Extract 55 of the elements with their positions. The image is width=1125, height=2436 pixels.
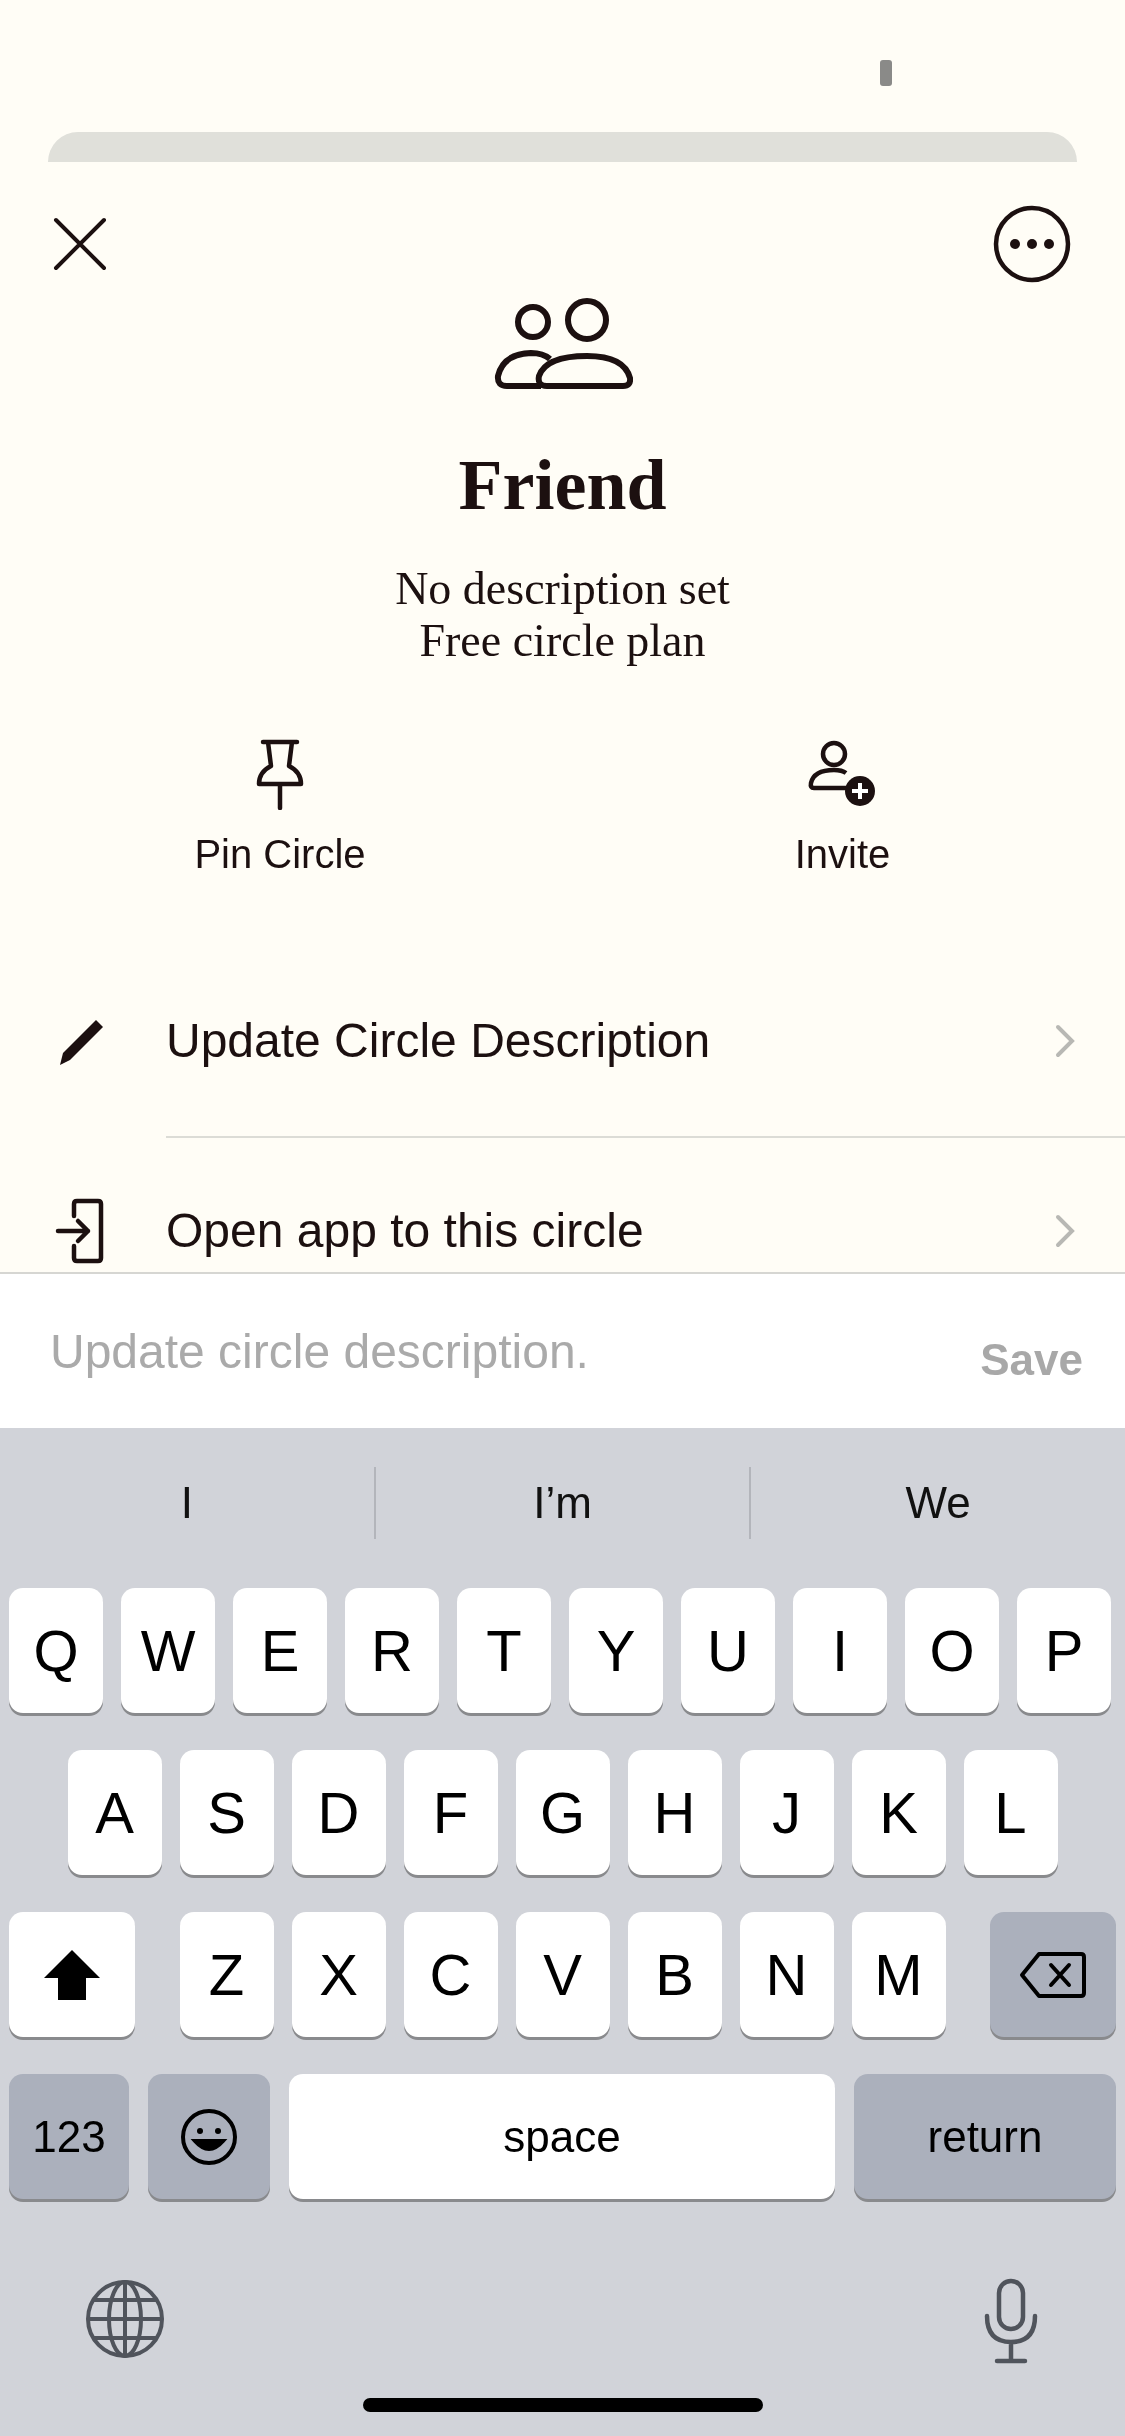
key[interactable]: B [627,1912,722,2037]
key[interactable]: Y [569,1588,663,1713]
key[interactable]: M [851,1912,946,2037]
action-label: Invite [794,831,891,878]
menu-item[interactable]: Open app to this circle [0,1136,1125,1272]
action-label: Pin Circle [194,831,366,878]
suggestion[interactable]: I [0,1470,374,1536]
delete-key[interactable] [990,1912,1116,2037]
key[interactable]: X [291,1912,386,2037]
shift-key[interactable] [9,1912,135,2037]
numbers-key[interactable]: 123 [9,2074,129,2199]
status-indicator-icon [880,60,892,86]
key[interactable]: A [67,1750,162,1875]
key[interactable]: D [291,1750,386,1875]
pushpin-icon [255,738,305,810]
key[interactable]: K [851,1750,946,1875]
key[interactable]: I [793,1588,887,1713]
close-icon[interactable] [52,216,108,272]
suggestion[interactable]: We [751,1470,1125,1536]
subtitle-text: No description set [395,563,730,615]
key[interactable]: R [345,1588,439,1713]
key[interactable]: H [627,1750,722,1875]
more-icon[interactable] [993,205,1071,283]
key[interactable]: F [403,1750,498,1875]
emoji-key[interactable] [148,2074,270,2199]
emoji-icon [179,2106,239,2167]
key[interactable]: E [233,1588,327,1713]
chevron-icon [1055,1214,1075,1248]
key[interactable]: U [681,1588,775,1713]
globe-icon[interactable] [84,2278,166,2360]
key[interactable]: O [905,1588,999,1713]
key[interactable]: Q [9,1588,103,1713]
key[interactable]: N [739,1912,834,2037]
shift-icon [42,1947,102,2002]
key[interactable]: J [739,1750,834,1875]
subtitle-text: Free circle plan [419,615,706,667]
action-button[interactable]: Invite [560,738,1125,878]
action-button[interactable]: Pin Circle [0,738,560,878]
space-key[interactable]: space [289,2074,835,2199]
group-icon [492,298,633,390]
key[interactable]: V [515,1912,610,2037]
delete-icon [1019,1950,1087,1999]
circle-title: Friend [457,444,668,527]
key[interactable]: L [963,1750,1058,1875]
key[interactable]: T [457,1588,551,1713]
chevron-icon [1055,1024,1075,1058]
menu-item[interactable]: Update Circle Description [0,946,1125,1136]
key[interactable]: G [515,1750,610,1875]
key[interactable]: C [403,1912,498,2037]
suggestion[interactable]: I’m [375,1470,750,1536]
return-key[interactable]: return [854,2074,1116,2199]
key[interactable]: Z [179,1912,274,2037]
key[interactable]: P [1017,1588,1111,1713]
key[interactable]: W [121,1588,215,1713]
key[interactable]: S [179,1750,274,1875]
